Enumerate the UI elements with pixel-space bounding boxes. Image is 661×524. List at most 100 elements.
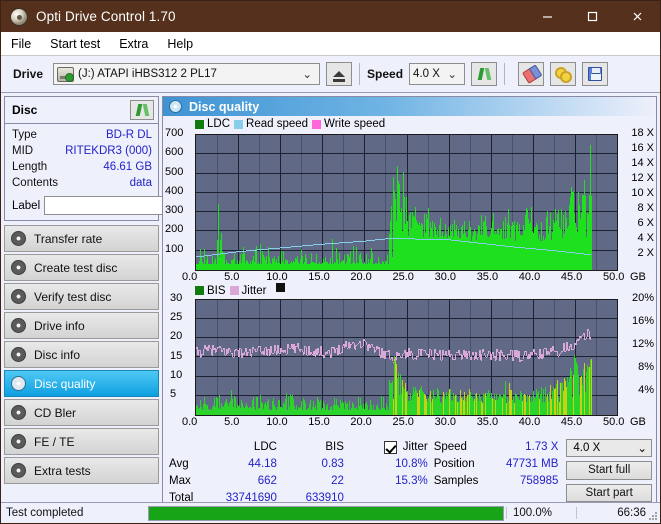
- sidebar-item-label: Transfer rate: [34, 231, 103, 246]
- test-speed-select[interactable]: 4.0 X ⌄: [566, 439, 652, 458]
- close-button[interactable]: [615, 1, 660, 32]
- drive-toolbar: Drive (J:) ATAPI iHBS312 2 PL17 ⌄ Speed …: [1, 56, 660, 93]
- disc-field-length-label: Length: [12, 161, 48, 173]
- toolbar-divider-1: [359, 63, 361, 85]
- sidebar-item-transfer-rate[interactable]: Transfer rate: [4, 225, 159, 252]
- main-area: Disc Type BD-R DL MID RITEKDR3 (000) Len…: [1, 93, 660, 523]
- axis-tick-label: 5.0: [224, 416, 240, 428]
- eject-icon: [333, 71, 346, 82]
- disc-icon: [10, 7, 28, 26]
- legend-item-ldc: LDC: [195, 118, 230, 130]
- disc-field-contents-value: data: [129, 177, 152, 189]
- axis-tick-label: 12%: [631, 338, 654, 350]
- drive-label: Drive: [13, 67, 44, 81]
- axis-tick-label: 20.0: [350, 416, 372, 428]
- stats-actions: 4.0 X ⌄ Start full Start part: [566, 439, 652, 502]
- sidebar-item-drive-info[interactable]: Drive info: [4, 312, 159, 339]
- stats-label-avg: Avg: [169, 458, 189, 470]
- sidebar-item-label: Disc quality: [34, 376, 96, 391]
- axis-tick-label: 300: [165, 204, 184, 217]
- sidebar-item-cd-bler[interactable]: CD Bler: [4, 399, 159, 426]
- menu-start-test[interactable]: Start test: [50, 37, 100, 51]
- stats-jitter-avg: 10.8%: [395, 458, 428, 470]
- sidebar-item-label: Extra tests: [34, 463, 91, 478]
- sidebar-nav: Transfer rate Create test disc Verify te…: [4, 225, 159, 484]
- sidebar-item-label: Verify test disc: [34, 289, 112, 304]
- eject-button[interactable]: [326, 62, 353, 86]
- disc-field-length-value: 46.61 GB: [103, 161, 152, 173]
- sidebar-item-disc-quality[interactable]: Disc quality: [4, 370, 159, 397]
- menu-file[interactable]: File: [11, 37, 31, 51]
- axis-tick-label: 200: [165, 223, 184, 236]
- panel-header: Disc quality: [163, 97, 656, 116]
- ldc-plot-area: [195, 134, 618, 271]
- disc-icon: [169, 100, 182, 113]
- disc-field-contents: Contents data: [12, 175, 152, 191]
- disc-field-contents-label: Contents: [12, 177, 59, 189]
- stats-col-ldc: LDC 44.18 662 33741690: [204, 439, 277, 504]
- axis-tick-label: 14 X: [631, 157, 654, 169]
- save-icon: [588, 67, 603, 81]
- sidebar-item-extra-tests[interactable]: Extra tests: [4, 457, 159, 484]
- status-bar: Test completed 100.0% 66:36: [1, 502, 660, 523]
- chevron-down-icon: ⌄: [302, 69, 313, 81]
- axis-tick-label: 18 X: [631, 127, 654, 139]
- disc-field-mid-label: MID: [12, 145, 34, 157]
- stats-jitter-max: 15.3%: [395, 475, 428, 487]
- axis-tick-label: 35.0: [476, 416, 499, 428]
- sidebar-item-verify-test-disc[interactable]: Verify test disc: [4, 283, 159, 310]
- sidebar-item-create-test-disc[interactable]: Create test disc: [4, 254, 159, 281]
- ldc-chart: LDC Read speed Write speed 100 200 300 400 5…: [163, 116, 656, 291]
- menu-extra[interactable]: Extra: [119, 37, 148, 51]
- window-title: Opti Drive Control 1.70: [36, 9, 176, 24]
- stats-value-speed: 1.73 X: [525, 441, 559, 453]
- stats-header-jitter: Jitter: [402, 441, 428, 453]
- save-button[interactable]: [582, 62, 609, 86]
- start-full-button[interactable]: Start full: [566, 461, 652, 480]
- axis-tick-label: 20%: [631, 292, 654, 304]
- speed-select[interactable]: 4.0 X ⌄: [409, 63, 466, 85]
- keys-button[interactable]: [550, 62, 577, 86]
- legend-label: Jitter: [241, 284, 267, 297]
- status-message: Test completed: [6, 507, 84, 519]
- disc-field-mid-value: RITEKDR3 (000): [65, 145, 152, 157]
- minimize-button[interactable]: [525, 1, 570, 32]
- menu-bar: File Start test Extra Help: [1, 32, 660, 56]
- disc-icon: [11, 318, 26, 333]
- keys-icon: [555, 67, 573, 83]
- stats-label-samples: Samples: [433, 475, 479, 487]
- axis-tick-label: 8%: [638, 361, 654, 373]
- axis-tick-label: 500: [165, 165, 184, 178]
- progress-percent: 100.0%: [506, 507, 576, 519]
- disc-icon: [11, 463, 26, 478]
- axis-tick-label: 10: [170, 368, 183, 381]
- cursor-marker-icon: [276, 283, 286, 292]
- stats-row-labels: Avg Max Total: [169, 439, 204, 504]
- start-part-button[interactable]: Start part: [566, 483, 652, 502]
- erase-button[interactable]: [518, 62, 545, 86]
- refresh-icon: [135, 103, 150, 118]
- disc-info-panel: Disc Type BD-R DL MID RITEKDR3 (000) Len…: [4, 96, 256, 221]
- disc-field-type: Type BD-R DL: [12, 127, 152, 143]
- sidebar-item-disc-info[interactable]: Disc info: [4, 341, 159, 368]
- maximize-button[interactable]: [570, 1, 615, 32]
- jitter-checkbox[interactable]: [383, 441, 397, 454]
- refresh-button[interactable]: [471, 62, 498, 86]
- disc-field-length: Length 46.61 GB: [12, 159, 152, 175]
- resize-grip[interactable]: [648, 511, 658, 521]
- axis-tick-label: 15.0: [308, 416, 330, 428]
- sidebar-item-fe-te[interactable]: FE / TE: [4, 428, 159, 455]
- stats-col-bis: BIS 0.83 22 633910: [277, 439, 344, 504]
- chevron-down-icon: ⌄: [637, 443, 647, 456]
- stats-bis-max: 22: [331, 475, 344, 487]
- axis-tick-label: 30.0: [434, 416, 457, 428]
- axis-tick-label: 400: [165, 184, 184, 197]
- axis-tick-label: 15: [170, 349, 183, 362]
- sidebar-item-label: Disc info: [34, 347, 81, 362]
- axis-tick-label: 4%: [638, 384, 654, 396]
- disc-refresh-button[interactable]: [130, 100, 154, 120]
- drive-select[interactable]: (J:) ATAPI iHBS312 2 PL17 ⌄: [53, 63, 321, 85]
- disc-field-mid: MID RITEKDR3 (000): [12, 143, 152, 159]
- axis-tick-label: 16%: [631, 315, 654, 327]
- menu-help[interactable]: Help: [167, 37, 193, 51]
